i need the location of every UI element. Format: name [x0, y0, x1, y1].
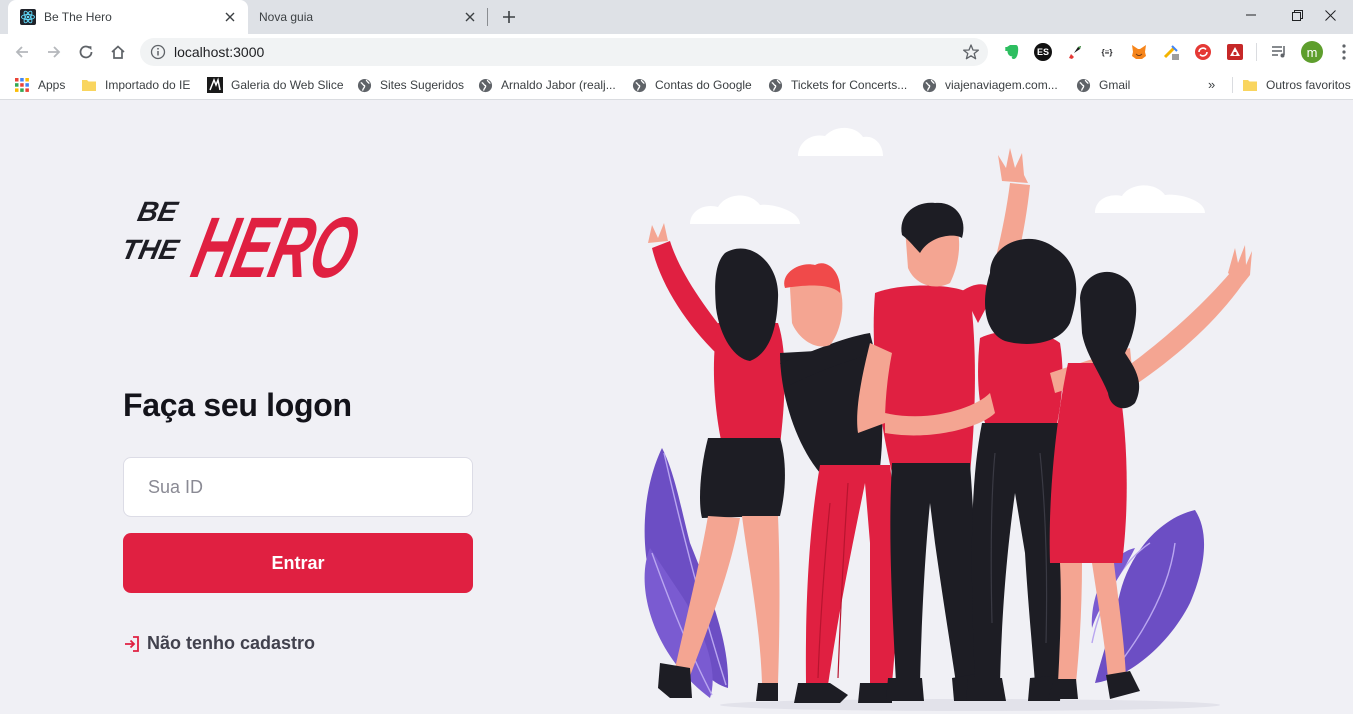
folder-icon [1242, 77, 1258, 93]
metamask-icon[interactable] [1130, 43, 1148, 61]
bookmark-label: Outros favoritos [1266, 78, 1351, 92]
register-link[interactable]: Não tenho cadastro [123, 633, 315, 654]
bookmark-web-slice[interactable]: Galeria do Web Slice [207, 76, 344, 94]
globe-icon [921, 77, 937, 93]
bookmark-sites-sugeridos[interactable]: Sites Sugeridos [356, 76, 464, 94]
site-info-icon[interactable] [150, 44, 166, 60]
bookmark-label: Apps [38, 78, 66, 92]
bookmark-contas-google[interactable]: Contas do Google [631, 76, 752, 94]
bookmark-importado-ie[interactable]: Importado do IE [81, 76, 190, 94]
evernote-icon[interactable] [1003, 43, 1021, 61]
be-the-hero-logo: BE THE HERO [122, 195, 368, 285]
page-title: Faça seu logon [123, 387, 352, 423]
bookmark-apps[interactable]: Apps [14, 76, 65, 94]
tab-divider [487, 8, 488, 26]
ext-red-icon[interactable] [1226, 43, 1244, 61]
bookmark-label: Contas do Google [655, 78, 752, 92]
profile-avatar[interactable]: m [1301, 41, 1323, 63]
toolbar-divider [1256, 43, 1257, 61]
bookmark-arnaldo-jabor[interactable]: Arnaldo Jabor (realj... [477, 76, 616, 94]
more-bookmarks-icon[interactable]: » [1208, 77, 1215, 92]
bookmark-label: Arnaldo Jabor (realj... [501, 78, 616, 92]
logo-text-be: BE [135, 195, 182, 227]
bookmark-label: Sites Sugeridos [380, 78, 465, 92]
logo-text-the: THE [122, 233, 183, 265]
logon-page: BE THE HERO Faça seu logon Entrar Não te… [0, 101, 1353, 714]
browser-toolbar: localhost:3000 ES {≡} m [0, 34, 1353, 70]
new-tab-icon[interactable] [498, 6, 520, 28]
bookmark-label: Galeria do Web Slice [231, 78, 344, 92]
folder-icon [81, 77, 97, 93]
tab-be-the-hero[interactable]: Be The Hero [8, 0, 248, 34]
close-tab-icon[interactable] [220, 7, 240, 27]
back-icon[interactable] [8, 38, 36, 66]
bookmark-label: Tickets for Concerts... [791, 78, 908, 92]
bookmarks-bar: Apps Importado do IE Galeria do Web Slic… [0, 70, 1353, 100]
tab-title: Nova guia [259, 10, 314, 24]
globe-icon [356, 77, 372, 93]
tab-nova-guia[interactable]: Nova guia [248, 0, 488, 34]
close-window-icon[interactable] [1307, 0, 1353, 30]
tab-strip: Be The Hero Nova guia [0, 0, 1353, 34]
bookmark-label: Importado do IE [105, 78, 191, 92]
bookmark-outros-favoritos[interactable]: Outros favoritos [1242, 76, 1351, 94]
globe-icon [631, 77, 647, 93]
close-tab-icon[interactable] [460, 7, 480, 27]
bookmark-viajenaviagem[interactable]: viajenaviagem.com... [921, 76, 1058, 94]
json-formatter-icon[interactable]: {≡} [1098, 43, 1116, 61]
forward-icon[interactable] [40, 38, 68, 66]
id-input[interactable] [123, 457, 473, 517]
media-control-icon[interactable] [1270, 43, 1288, 61]
login-button[interactable]: Entrar [123, 533, 473, 593]
bookmark-star-icon[interactable] [962, 43, 980, 61]
minimize-icon[interactable] [1228, 0, 1274, 30]
home-icon[interactable] [104, 38, 132, 66]
reload-icon[interactable] [72, 38, 100, 66]
bookmark-label: Gmail [1099, 78, 1131, 92]
bookmarks-divider [1232, 77, 1233, 93]
logo-text-hero: HERO [184, 199, 368, 285]
address-bar[interactable]: localhost:3000 [140, 38, 988, 66]
menu-kebab-icon[interactable] [1335, 43, 1353, 61]
react-icon [20, 9, 36, 25]
ext-pin-icon[interactable] [1162, 43, 1180, 61]
register-link-label: Não tenho cadastro [147, 633, 316, 653]
globe-icon [1075, 77, 1091, 93]
es-icon[interactable]: ES [1034, 43, 1052, 61]
heroes-illustration [644, 127, 1252, 711]
log-in-icon [123, 635, 141, 653]
bookmark-gmail[interactable]: Gmail [1075, 76, 1130, 94]
ext-sync-icon[interactable] [1194, 43, 1212, 61]
tab-title: Be The Hero [44, 10, 112, 24]
globe-icon [477, 77, 493, 93]
bookmark-tickets-concerts[interactable]: Tickets for Concerts... [767, 76, 907, 94]
url-text: localhost:3000 [174, 44, 265, 60]
globe-icon [767, 77, 783, 93]
apps-grid-icon [14, 77, 30, 93]
webslice-icon [207, 77, 223, 93]
ext-rocket-icon[interactable] [1066, 43, 1084, 61]
bookmark-label: viajenaviagem.com... [945, 78, 1058, 92]
